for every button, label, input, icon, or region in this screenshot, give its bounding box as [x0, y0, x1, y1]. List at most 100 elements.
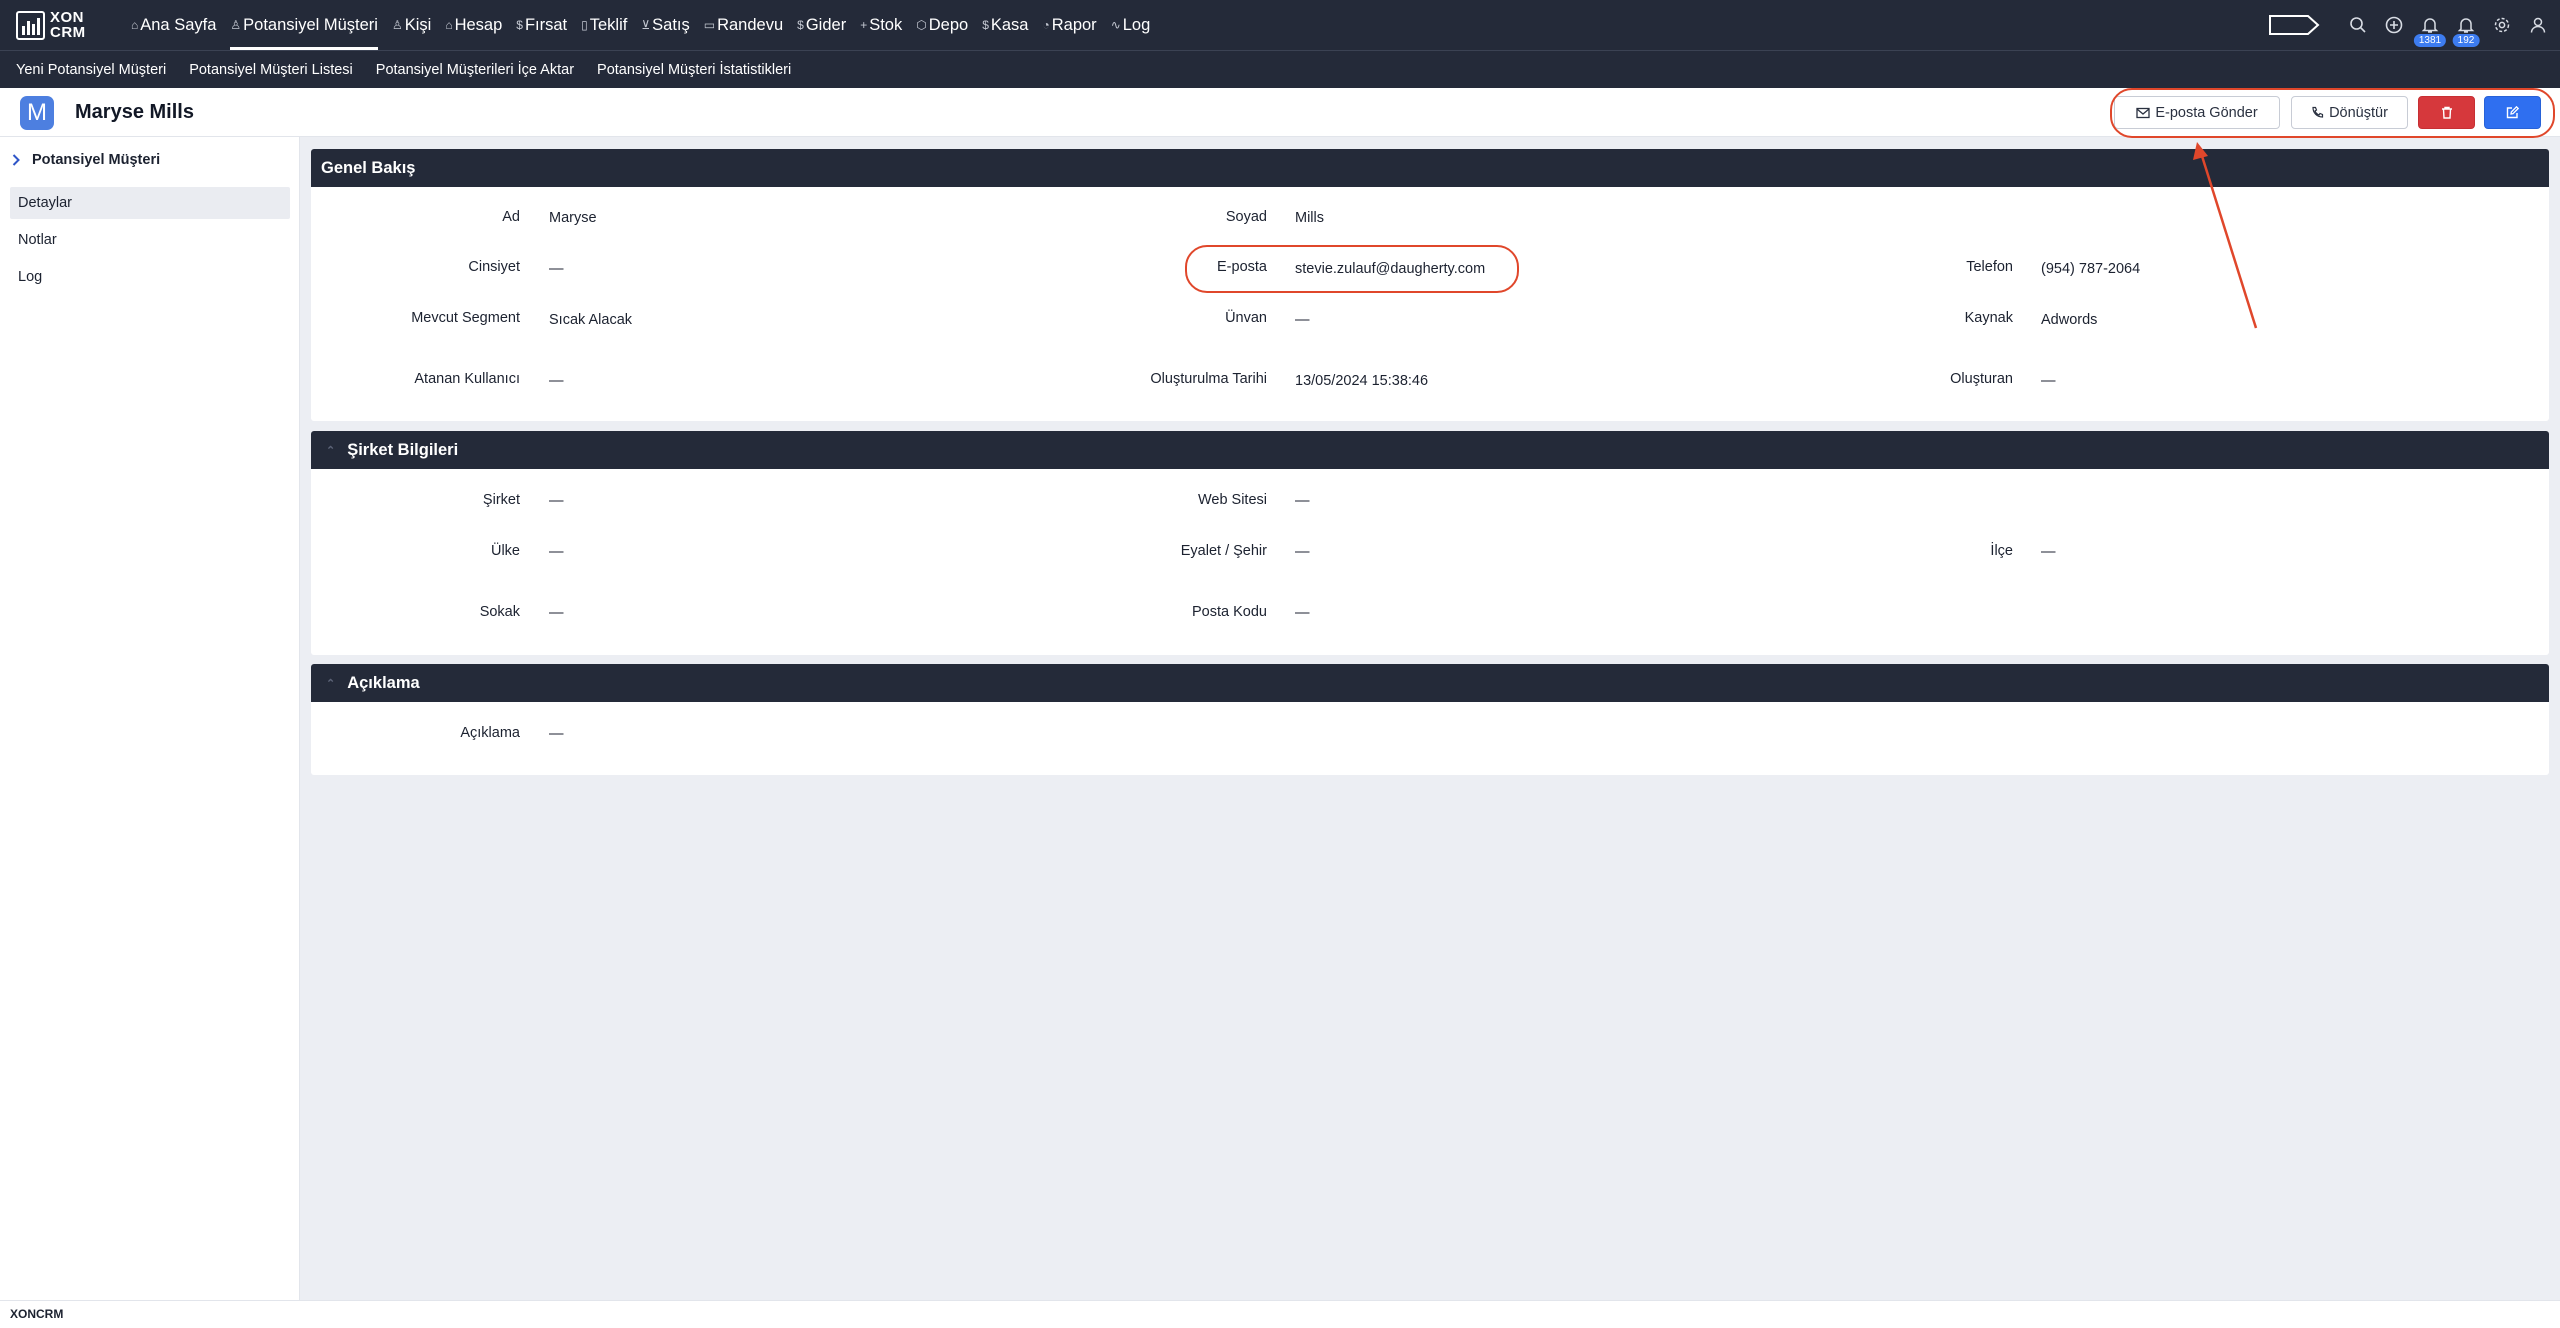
nav-right-tools: 1381 192 — [2268, 0, 2560, 50]
avatar: M — [20, 96, 54, 130]
quick-create-button[interactable] — [2376, 0, 2412, 50]
reminders-button[interactable]: 192 — [2448, 0, 2484, 50]
field-value-postal-code: — — [1295, 605, 1310, 621]
field-value-phone[interactable]: (954) 787-2064 — [2041, 261, 2140, 277]
logo[interactable]: XON CRM — [16, 5, 106, 45]
profile-button[interactable] — [2520, 0, 2556, 50]
convert-button[interactable]: Dönüştür — [2291, 96, 2408, 129]
subnav-new-lead[interactable]: Yeni Potansiyel Müşteri — [16, 62, 166, 78]
search-icon — [2350, 17, 2366, 33]
footer-brand: XONCRM — [0, 1300, 2560, 1328]
document-icon: ▯ — [581, 18, 588, 32]
sidebar-item-detaylar[interactable]: Detaylar — [10, 187, 290, 219]
dollar-icon: $ — [982, 18, 989, 32]
nav-item-satis[interactable]: ⊻ Satış — [634, 0, 696, 50]
subnav-import-leads[interactable]: Potansiyel Müşterileri İçe Aktar — [376, 62, 574, 78]
field-value-title: — — [1295, 312, 1310, 328]
mail-icon — [2136, 107, 2150, 118]
field-label-website: Web Sitesi — [1197, 492, 1267, 508]
nav-item-kisi[interactable]: ♙ Kişi — [385, 0, 438, 50]
box-icon: ⬡ — [916, 18, 927, 32]
company-card-header[interactable]: ⌃ Şirket Bilgileri — [311, 431, 2549, 469]
user-icon — [2530, 17, 2546, 33]
field-label-email: E-posta — [1217, 259, 1267, 275]
dollar-icon: $ — [516, 18, 523, 32]
nav-item-log[interactable]: ∿ Log — [1104, 0, 1158, 50]
reminder-count-badge: 192 — [2452, 34, 2480, 47]
field-label-created-by: Oluşturan — [1950, 371, 2013, 387]
field-value-created-by: — — [2041, 373, 2056, 389]
main-nav: ⌂ Ana Sayfa ♙ Potansiyel Müşteri ♙ Kişi ⌂ He… — [124, 0, 1157, 50]
nav-item-hesap[interactable]: ⌂ Hesap — [438, 0, 509, 50]
nav-item-kasa[interactable]: $ Kasa — [975, 0, 1035, 50]
nav-item-ana-sayfa[interactable]: ⌂ Ana Sayfa — [124, 0, 223, 50]
edit-icon — [2506, 106, 2519, 119]
field-value-email[interactable]: stevie.zulauf@daugherty.com — [1295, 261, 1485, 277]
field-label-gender: Cinsiyet — [468, 259, 520, 275]
nav-item-stok[interactable]: + Stok — [853, 0, 909, 50]
top-navbar: XON CRM ⌂ Ana Sayfa ♙ Potansiyel Müşteri ♙ K… — [0, 0, 2560, 50]
nav-item-teklif[interactable]: ▯ Teklif — [574, 0, 634, 50]
field-value-source: Adwords — [2041, 312, 2098, 328]
plus-circle-icon — [2385, 16, 2403, 34]
field-label-last-name: Soyad — [1225, 209, 1267, 225]
nav-item-depo[interactable]: ⬡ Depo — [909, 0, 975, 50]
subnav-lead-list[interactable]: Potansiyel Müşteri Listesi — [189, 62, 353, 78]
trash-icon — [2441, 106, 2452, 119]
pie-icon: ◔ — [1042, 18, 1050, 32]
field-label-state-city: Eyalet / Şehir — [1180, 543, 1267, 559]
bell-icon — [2457, 18, 2475, 33]
home-icon: ⌂ — [131, 18, 139, 32]
sidebar: Potansiyel Müşteri Detaylar Notlar Log — [0, 137, 300, 1300]
field-label-first-name: Ad — [502, 209, 520, 225]
edit-button[interactable] — [2484, 96, 2541, 129]
field-value-assigned-user: — — [549, 373, 564, 389]
field-label-country: Ülke — [490, 543, 520, 559]
field-value-created-at: 13/05/2024 15:38:46 — [1295, 373, 1429, 389]
tag-arrow-icon[interactable] — [2268, 14, 2320, 36]
field-value-country: — — [549, 544, 564, 560]
settings-button[interactable] — [2484, 0, 2520, 50]
nav-item-rapor[interactable]: ◔ Rapor — [1035, 0, 1103, 50]
field-value-first-name: Maryse — [549, 210, 597, 226]
overview-card-header[interactable]: Genel Bakış — [311, 149, 2549, 187]
chevron-up-icon: ⌃ — [326, 444, 336, 457]
delete-button[interactable] — [2418, 96, 2475, 129]
gear-icon — [2494, 17, 2510, 33]
page-title: Maryse Mills — [75, 101, 194, 123]
search-button[interactable] — [2340, 0, 2376, 50]
notification-count-badge: 1381 — [2413, 34, 2447, 47]
cart-icon: ⊻ — [641, 18, 651, 32]
field-label-source: Kaynak — [1964, 310, 2013, 326]
subnav-lead-statistics[interactable]: Potansiyel Müşteri İstatistikleri — [597, 62, 791, 78]
field-label-postal-code: Posta Kodu — [1192, 604, 1267, 620]
field-value-last-name: Mills — [1295, 210, 1324, 226]
dollar-icon: $ — [797, 18, 804, 32]
sidebar-item-log[interactable]: Log — [10, 261, 290, 293]
company-card: ⌃ Şirket Bilgileri Şirket — Web Sitesi — … — [311, 431, 2549, 655]
building-icon: ⌂ — [445, 18, 453, 32]
nav-item-gider[interactable]: $ Gider — [790, 0, 853, 50]
field-label-assigned-user: Atanan Kullanıcı — [414, 371, 520, 387]
sidebar-item-notlar[interactable]: Notlar — [10, 224, 290, 256]
field-label-company: Şirket — [482, 492, 520, 508]
sidebar-title[interactable]: Potansiyel Müşteri — [12, 152, 160, 168]
field-value-street: — — [549, 605, 564, 621]
field-label-created-at: Oluşturulma Tarihi — [1150, 371, 1267, 387]
field-value-website: — — [1295, 493, 1310, 509]
nav-item-firsat[interactable]: $ Fırsat — [509, 0, 574, 50]
notifications-button[interactable]: 1381 — [2412, 0, 2448, 50]
field-value-company: — — [549, 493, 564, 509]
plus-icon: + — [860, 18, 868, 32]
description-card-header[interactable]: ⌃ Açıklama — [311, 664, 2549, 702]
send-email-button[interactable]: E-posta Gönder — [2114, 96, 2280, 129]
field-value-description: — — [549, 726, 564, 742]
logo-chart-icon — [16, 10, 45, 40]
field-label-segment: Mevcut Segment — [411, 310, 520, 326]
field-value-district: — — [2041, 544, 2056, 560]
field-label-street: Sokak — [479, 604, 520, 620]
nav-item-randevu[interactable]: ▭ Randevu — [697, 0, 790, 50]
sub-navbar: Yeni Potansiyel Müşteri Potansiyel Müşte… — [0, 50, 2560, 88]
nav-item-potansiyel-musteri[interactable]: ♙ Potansiyel Müşteri — [223, 0, 385, 50]
field-label-phone: Telefon — [1966, 259, 2013, 275]
